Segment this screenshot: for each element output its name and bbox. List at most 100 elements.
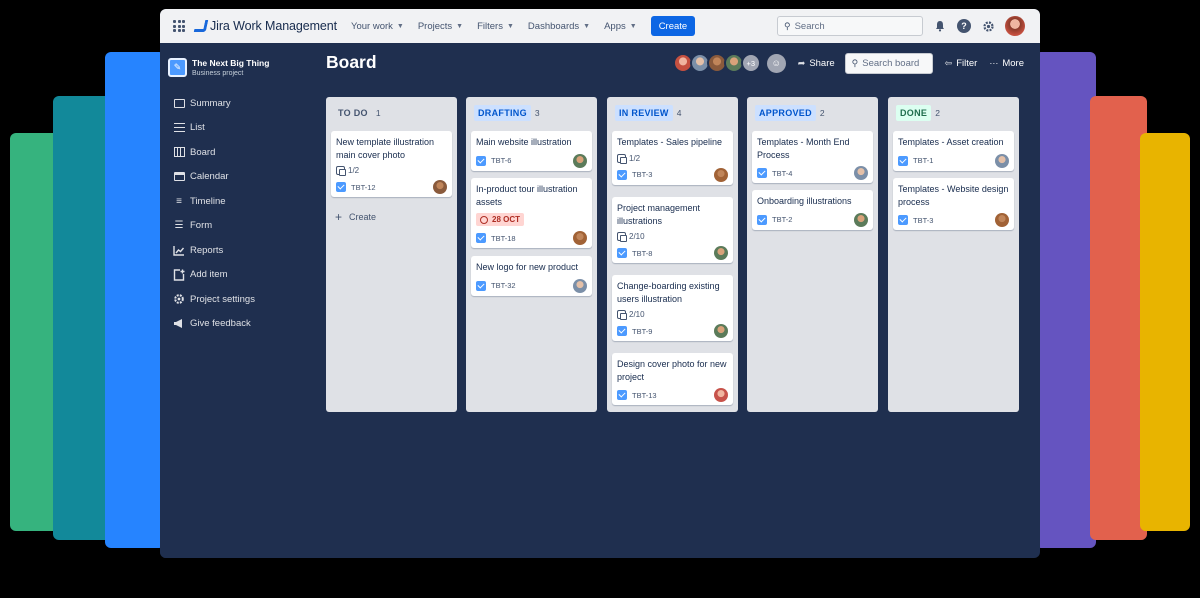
card-title: Change-boarding existing users illustrat…: [617, 281, 720, 304]
sidebar-item-project-settings[interactable]: Project settings: [160, 287, 308, 312]
share-button[interactable]: ➦ Share: [798, 58, 835, 69]
sidebar-item-reports[interactable]: Reports: [160, 238, 308, 263]
nav-filters[interactable]: Filters ▼: [477, 21, 514, 32]
assignee-avatar[interactable]: [573, 278, 587, 293]
issue-card[interactable]: Design cover photo for new project TBT-1…: [612, 353, 733, 405]
assignee-avatar[interactable]: [573, 231, 587, 245]
create-issue-button[interactable]: + Create: [335, 210, 376, 224]
project-header[interactable]: ✎ The Next Big Thing Business project: [168, 58, 308, 77]
member-avatars[interactable]: +3: [672, 53, 761, 73]
share-label: Share: [809, 57, 835, 69]
assignee-avatar[interactable]: [854, 212, 868, 227]
card-title: Templates - Asset creation: [898, 137, 1004, 147]
sidebar-item-give-feedback[interactable]: Give feedback: [160, 312, 308, 337]
issue-key: TBT-1: [913, 156, 934, 165]
filter-button[interactable]: ⇦ Filter: [945, 58, 978, 69]
board-main: Board +3 ☺ ➦ Share ⚲ Search board ⇦ Filter …: [326, 43, 1040, 558]
column-header[interactable]: TO DO 1: [326, 97, 457, 129]
filter-label: Filter: [956, 57, 978, 69]
assignee-avatar[interactable]: [573, 153, 587, 168]
sidebar-item-board[interactable]: Board: [160, 140, 308, 165]
checkbox-icon: [898, 215, 908, 225]
add-person-icon[interactable]: ☺: [766, 53, 786, 73]
issue-card[interactable]: Change-boarding existing users illustrat…: [612, 275, 733, 341]
more-button[interactable]: ⋯ More: [989, 58, 1024, 69]
checkbox-icon: [757, 214, 767, 225]
issue-card[interactable]: Templates - Asset creation TBT-1: [893, 131, 1014, 171]
gear-icon[interactable]: [981, 19, 995, 33]
sidebar-item-form[interactable]: ☰ Form: [160, 214, 308, 239]
stack-card-blue: [105, 52, 165, 548]
assignee-avatar[interactable]: [995, 213, 1009, 227]
nav-your-work[interactable]: Your work ▼: [351, 21, 404, 32]
sidebar-item-list[interactable]: List: [160, 116, 308, 141]
sidebar-item-timeline[interactable]: ≡ Timeline: [160, 189, 308, 214]
plus-icon: +: [335, 210, 343, 224]
help-icon[interactable]: ?: [957, 19, 971, 33]
nav-dashboards[interactable]: Dashboards ▼: [528, 21, 590, 32]
jira-logo[interactable]: Jira Work Management: [193, 16, 337, 36]
checkbox-icon: [476, 155, 486, 166]
sidebar-item-summary[interactable]: Summary: [160, 91, 308, 116]
column-name: APPROVED: [755, 105, 816, 121]
issue-card[interactable]: Main website illustration TBT-6: [471, 131, 592, 171]
issue-card[interactable]: Onboarding illustrations TBT-2: [752, 190, 873, 230]
issue-card[interactable]: Templates - Sales pipeline 1/2 TBT-3: [612, 131, 733, 185]
board-search-input[interactable]: ⚲ Search board: [844, 52, 933, 74]
assignee-avatar[interactable]: [714, 167, 728, 182]
issue-key: TBT-9: [632, 326, 653, 336]
sidebar-item-label: Form: [190, 220, 213, 232]
global-search-input[interactable]: ⚲ Search: [777, 16, 923, 36]
subtask-icon: [336, 166, 346, 176]
stack-card-purple: [1035, 52, 1096, 548]
assignee-avatar[interactable]: [433, 180, 447, 194]
more-members-badge[interactable]: +3: [740, 53, 761, 73]
issue-card[interactable]: New template illustration main cover pho…: [331, 131, 452, 197]
share-icon: ➦: [797, 57, 806, 68]
issue-card[interactable]: Templates - Website design process TBT-3: [893, 178, 1014, 230]
board-icon: [173, 146, 185, 158]
assignee-avatar[interactable]: [714, 324, 728, 338]
column-header[interactable]: DRAFTING 3: [466, 97, 597, 129]
page-title: Board: [326, 52, 377, 72]
card-title: Main website illustration: [476, 137, 572, 147]
due-date: 28 OCT: [492, 215, 521, 224]
issue-key: TBT-6: [491, 156, 512, 165]
app-switcher-grid-icon[interactable]: [173, 20, 185, 32]
subtask-icon: [617, 153, 627, 164]
checkbox-icon: [617, 248, 627, 258]
column-header[interactable]: APPROVED 2: [747, 97, 878, 129]
card-title: In-product tour illustration assets: [476, 184, 578, 207]
checkbox-icon: [757, 168, 767, 178]
jira-logo-icon: [193, 19, 207, 33]
issue-key: TBT-3: [913, 215, 934, 225]
issue-card[interactable]: Templates - Month End Process TBT-4: [752, 131, 873, 183]
nav-apps[interactable]: Apps ▼: [604, 21, 637, 32]
logo-text: Jira Work Management: [210, 19, 337, 33]
nav-projects[interactable]: Projects ▼: [418, 21, 463, 32]
assignee-avatar[interactable]: [714, 246, 728, 260]
column-header[interactable]: IN REVIEW 4: [607, 97, 738, 129]
assignee-avatar[interactable]: [854, 166, 868, 180]
issue-card[interactable]: New logo for new product TBT-32: [471, 256, 592, 296]
assignee-avatar[interactable]: [995, 153, 1009, 168]
card-title: Project management illustrations: [617, 203, 701, 226]
column-approved: APPROVED 2 Templates - Month End Process…: [747, 97, 878, 412]
project-name: The Next Big Thing: [192, 58, 270, 68]
column-header[interactable]: DONE 2: [888, 97, 1019, 129]
create-label: Create: [349, 212, 377, 222]
issue-card[interactable]: Project management illustrations 2/10 TB…: [612, 197, 733, 263]
gear-icon: [173, 293, 185, 305]
sidebar-item-add-item[interactable]: Add item: [160, 263, 308, 288]
sidebar-item-calendar[interactable]: Calendar: [160, 165, 308, 190]
column-count: 4: [676, 108, 682, 118]
create-button[interactable]: Create: [650, 16, 696, 36]
sidebar-item-label: Summary: [190, 97, 231, 109]
top-nav: Jira Work Management Your work ▼ Projects…: [160, 9, 1040, 43]
user-avatar[interactable]: [1005, 16, 1025, 36]
bell-icon[interactable]: [933, 19, 947, 33]
subtask-count: 2/10: [629, 310, 645, 319]
column-to-do: TO DO 1 New template illustration main c…: [326, 97, 457, 412]
assignee-avatar[interactable]: [714, 388, 728, 402]
issue-card[interactable]: In-product tour illustration assets 28 O…: [471, 178, 592, 248]
